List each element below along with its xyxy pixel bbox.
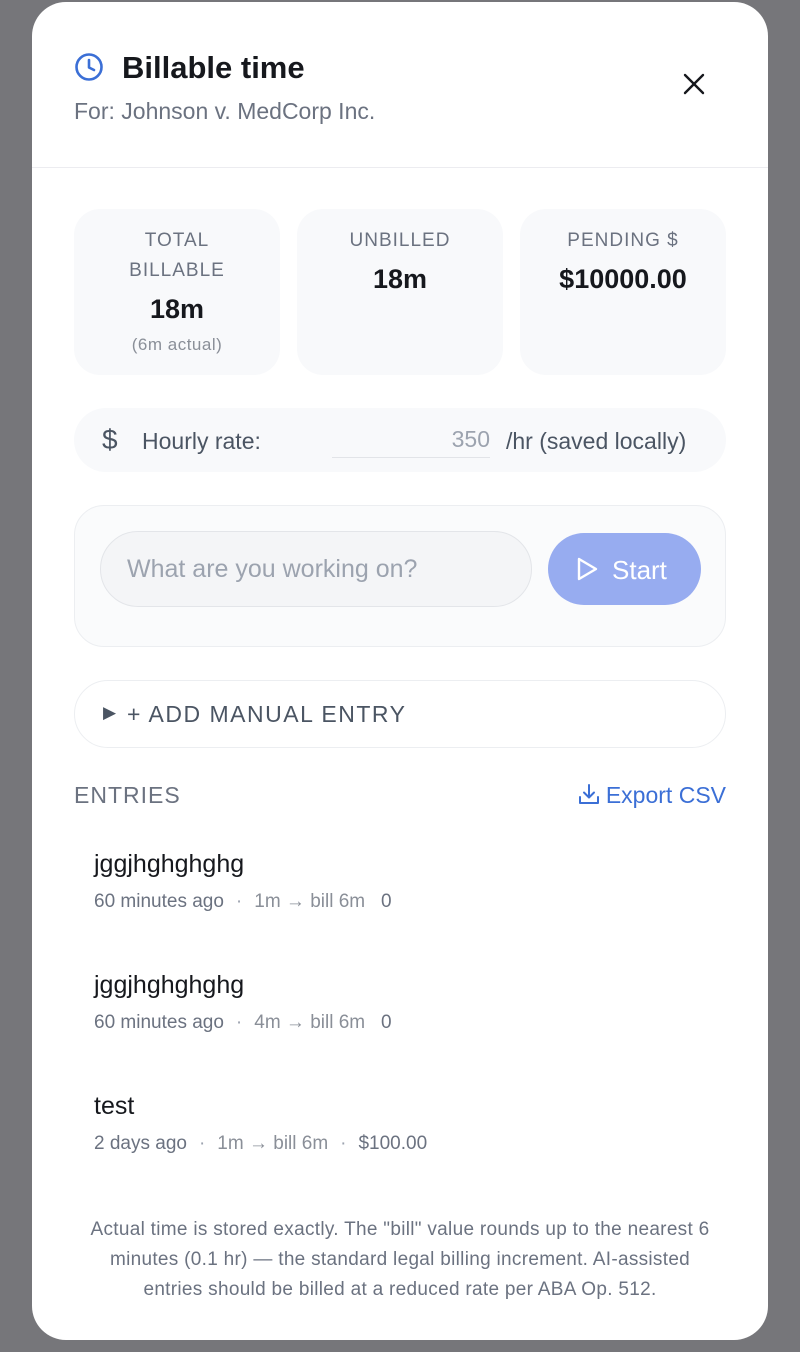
entry-duration: 1m → bill 6m — [217, 1133, 329, 1154]
stat-unbilled: UNBILLED 18m — [297, 209, 503, 375]
entry-title: jggjhghghghg — [94, 850, 245, 878]
entry-duration: 1m → bill 6m — [254, 891, 366, 912]
stats-row: TOTAL BILLABLE 18m (6m actual) UNBILLED … — [74, 209, 726, 375]
stat-pending: PENDING $ $10000.00 — [520, 209, 726, 375]
expand-triangle-icon: ▶ — [103, 703, 117, 722]
clock-icon — [75, 53, 103, 81]
entry-title: jggjhghghghg — [94, 971, 245, 999]
stat-label: PENDING $ — [567, 230, 679, 251]
billable-time-panel: Billable time For: Johnson v. MedCorp In… — [32, 2, 768, 1340]
start-label: Start — [612, 555, 667, 585]
play-icon — [577, 557, 598, 581]
stat-total-billable: TOTAL BILLABLE 18m (6m actual) — [74, 209, 280, 375]
export-csv-button[interactable]: Export CSV — [578, 782, 726, 809]
entry-amount: $100.00 — [358, 1133, 428, 1154]
entry-amount: 0 — [380, 891, 392, 912]
entry-time: 60 minutes ago — [94, 891, 224, 912]
close-icon[interactable] — [682, 72, 706, 96]
separator-dot: · — [235, 891, 243, 912]
add-manual-entry-label: + ADD MANUAL ENTRY — [127, 701, 407, 727]
entry-row[interactable]: jggjhghghghg 60 minutes ago · 4m → bill 6m… — [94, 971, 714, 1071]
hourly-rate-input[interactable] — [332, 422, 490, 458]
panel-title: Billable time — [122, 50, 305, 85]
task-description-input[interactable] — [100, 531, 532, 607]
timer-box: Start — [74, 505, 726, 647]
hourly-rate-suffix: /hr (saved locally) — [506, 428, 687, 454]
entry-row[interactable]: test 2 days ago · 1m → bill 6m · $100.00 — [94, 1092, 714, 1192]
entry-duration: 4m → bill 6m — [254, 1012, 366, 1033]
entry-row[interactable]: jggjhghghghg 60 minutes ago · 1m → bill 6m… — [94, 850, 714, 950]
billing-footnote: Actual time is stored exactly. The "bill… — [90, 1219, 710, 1300]
separator-dot: · — [198, 1133, 206, 1154]
entries-heading: ENTRIES — [74, 782, 181, 808]
stat-label: UNBILLED — [349, 230, 451, 251]
entry-meta: 60 minutes ago · 1m → bill 6m 0 — [94, 891, 714, 913]
entry-time: 60 minutes ago — [94, 1012, 224, 1033]
stat-sub: (6m actual) — [131, 335, 223, 354]
separator-dot: · — [340, 1133, 347, 1154]
separator-dot: · — [235, 1012, 243, 1033]
entry-title: test — [94, 1092, 135, 1120]
hourly-rate-row: $ Hourly rate: /hr (saved locally) — [74, 408, 726, 472]
start-timer-button[interactable]: Start — [548, 533, 701, 605]
entry-amount: 0 — [380, 1012, 392, 1033]
stat-value: 18m — [372, 264, 428, 294]
entry-meta: 2 days ago · 1m → bill 6m · $100.00 — [94, 1133, 714, 1155]
export-csv-label: Export CSV — [605, 782, 726, 808]
entry-time: 2 days ago — [94, 1133, 187, 1154]
hourly-rate-label: Hourly rate: — [142, 428, 261, 454]
add-manual-entry-toggle[interactable]: ▶ + ADD MANUAL ENTRY — [74, 680, 726, 748]
panel-header: Billable time For: Johnson v. MedCorp In… — [32, 2, 768, 168]
entry-meta: 60 minutes ago · 4m → bill 6m 0 — [94, 1012, 714, 1034]
stat-label: TOTAL BILLABLE — [129, 230, 225, 281]
dollar-icon: $ — [102, 424, 118, 455]
stat-value: $10000.00 — [559, 264, 687, 294]
matter-subtitle: For: Johnson v. MedCorp Inc. — [74, 98, 376, 124]
stat-value: 18m — [149, 294, 205, 324]
download-icon — [578, 784, 599, 804]
